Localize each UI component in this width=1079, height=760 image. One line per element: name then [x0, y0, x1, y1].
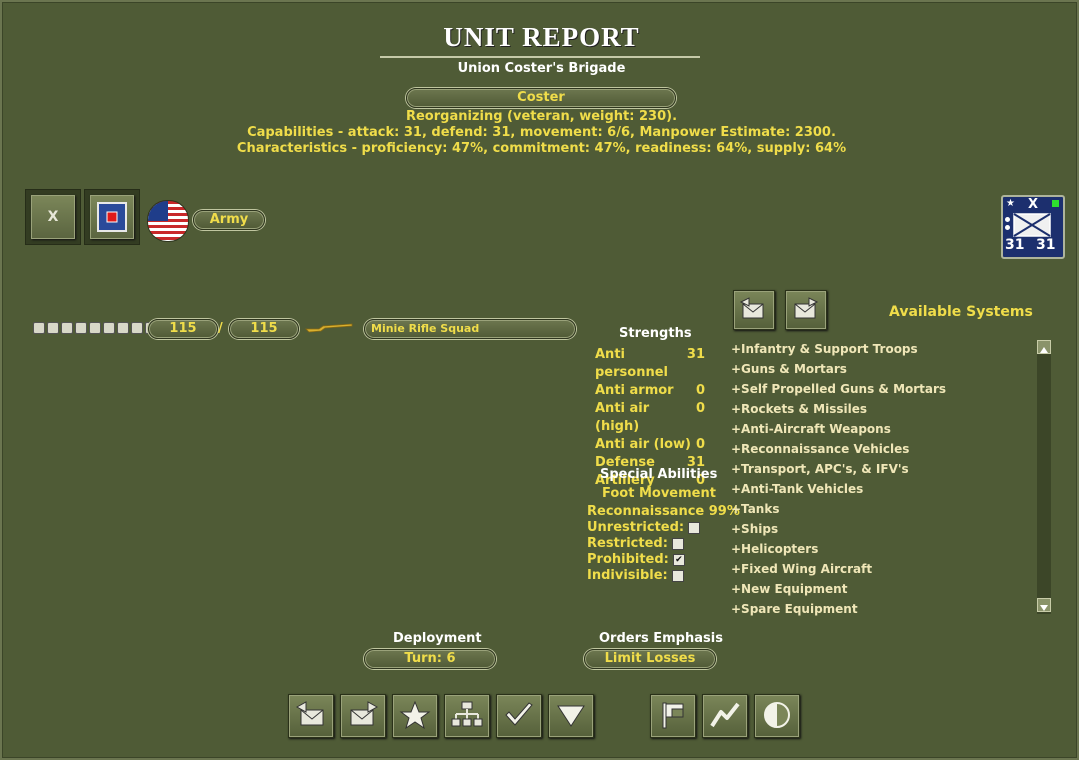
orders-emphasis-heading: Orders Emphasis: [599, 631, 723, 646]
strengths-heading: Strengths: [619, 326, 692, 341]
system-list-item[interactable]: +Rockets & Missiles: [731, 402, 867, 416]
deployment-heading: Deployment: [393, 631, 482, 646]
org-chart-icon: [451, 701, 483, 727]
scroll-up-icon: [1040, 347, 1048, 353]
statistics-button[interactable]: [702, 694, 748, 738]
strength-row: Anti air (high) 0: [595, 401, 705, 434]
unit-name-field[interactable]: Coster: [406, 88, 676, 108]
strength-row: Anti armor 0: [595, 383, 705, 398]
counter-defense: 31: [1036, 237, 1056, 253]
restricted-label: Restricted:: [587, 536, 668, 551]
line-chart-icon: [710, 702, 740, 728]
system-list-item[interactable]: +Anti-Aircraft Weapons: [731, 422, 891, 436]
infantry-symbol-icon: [97, 202, 127, 232]
next-unit-icon: [794, 297, 819, 319]
branch-label[interactable]: Army: [193, 210, 265, 230]
previous-unit-button[interactable]: [288, 694, 334, 738]
equipment-current: 115: [148, 319, 218, 339]
special-abilities-list: Reconnaissance 99% Unrestricted: Restric…: [587, 504, 740, 584]
scroll-up-button[interactable]: [1037, 340, 1051, 354]
special-abilities-heading: Special Abilities: [600, 467, 718, 482]
next-unit-button[interactable]: [340, 694, 386, 738]
equipment-strength-bar: [33, 322, 157, 334]
orders-emphasis-select[interactable]: Limit Losses: [584, 649, 716, 669]
next-unit-icon: [350, 701, 379, 726]
scroll-down-icon: [1040, 605, 1048, 611]
next-system-button[interactable]: [785, 290, 827, 330]
equipment-separator: /: [218, 321, 223, 336]
system-list-item[interactable]: +Ships: [731, 522, 778, 536]
unit-size-badge[interactable]: X: [25, 189, 81, 245]
strength-row: Anti personnel 31: [595, 347, 705, 380]
prohibited-checkbox[interactable]: ✔: [672, 553, 685, 566]
indivisible-label: Indivisible:: [587, 568, 668, 583]
system-list-item[interactable]: +Fixed Wing Aircraft: [731, 562, 872, 576]
title-divider: [380, 56, 700, 58]
system-list-item[interactable]: +Guns & Mortars: [731, 362, 847, 376]
system-list-item[interactable]: +Anti-Tank Vehicles: [731, 482, 863, 496]
unrestricted-label: Unrestricted:: [587, 520, 685, 535]
unit-capabilities: Capabilities - attack: 31, defend: 31, m…: [247, 125, 836, 140]
star-icon: [399, 700, 431, 730]
counter-size: X: [1028, 197, 1039, 212]
system-list-item[interactable]: +Infantry & Support Troops: [731, 342, 918, 356]
movement-type: Foot Movement: [602, 486, 716, 501]
toggle-display-button[interactable]: [754, 694, 800, 738]
prohibited-label: Prohibited:: [587, 552, 669, 567]
systems-scrollbar[interactable]: [1037, 340, 1051, 614]
equipment-name[interactable]: Minie Rifle Squad: [364, 319, 576, 339]
infantry-nato-icon: [1013, 213, 1051, 237]
system-list-item[interactable]: +New Equipment: [731, 582, 847, 596]
page-title: UNIT REPORT: [443, 22, 640, 52]
star-mark-icon: ★: [1006, 198, 1015, 209]
rifle-icon: [305, 323, 353, 333]
previous-system-button[interactable]: [733, 290, 775, 330]
flag-icon: [662, 702, 684, 729]
hierarchy-button[interactable]: [444, 694, 490, 738]
unit-status: Reorganizing (veteran, weight: 230).: [405, 109, 678, 124]
previous-unit-icon: [739, 297, 764, 319]
unrestricted-checkbox[interactable]: [688, 521, 701, 534]
strength-row: Anti air (low) 0: [595, 437, 705, 452]
unit-size-label: X: [31, 195, 75, 239]
recon-value: Reconnaissance 99%: [587, 504, 740, 519]
checkmark-icon: [505, 702, 533, 726]
commander-button[interactable]: [392, 694, 438, 738]
unit-counter: ★ X 31 31: [1001, 195, 1065, 259]
equipment-max: 115: [229, 319, 299, 339]
system-list-item[interactable]: +Spare Equipment: [731, 602, 858, 616]
system-list-item[interactable]: +Tanks: [731, 502, 779, 516]
unit-subtitle: Union Coster's Brigade: [457, 61, 626, 76]
unit-type-badge[interactable]: [84, 189, 140, 245]
status-indicator: [1052, 200, 1059, 207]
system-list-item[interactable]: +Helicopters: [731, 542, 818, 556]
unit-characteristics: Characteristics - proficiency: 47%, comm…: [236, 141, 847, 156]
available-systems-heading: Available Systems: [889, 304, 1033, 320]
deployment-turn[interactable]: Turn: 6: [364, 649, 496, 669]
objectives-button[interactable]: [650, 694, 696, 738]
previous-unit-icon: [295, 701, 324, 726]
scroll-down-button[interactable]: [1037, 598, 1051, 612]
system-list-item[interactable]: +Self Propelled Guns & Mortars: [731, 382, 946, 396]
us-flag-icon: [147, 200, 189, 242]
down-arrow-icon: [557, 705, 585, 727]
indivisible-checkbox[interactable]: [671, 569, 684, 582]
system-list-item[interactable]: +Reconnaissance Vehicles: [731, 442, 909, 456]
system-list-item[interactable]: +Transport, APC's, & IFV's: [731, 462, 909, 476]
restricted-checkbox[interactable]: [671, 537, 684, 550]
collapse-button[interactable]: [548, 694, 594, 738]
confirm-button[interactable]: [496, 694, 542, 738]
unit-report-panel: UNIT REPORT Union Coster's Brigade Coste…: [0, 0, 1079, 760]
unit-type-symbol: [90, 195, 134, 239]
counter-attack: 31: [1005, 237, 1025, 253]
half-circle-icon: [764, 702, 790, 728]
